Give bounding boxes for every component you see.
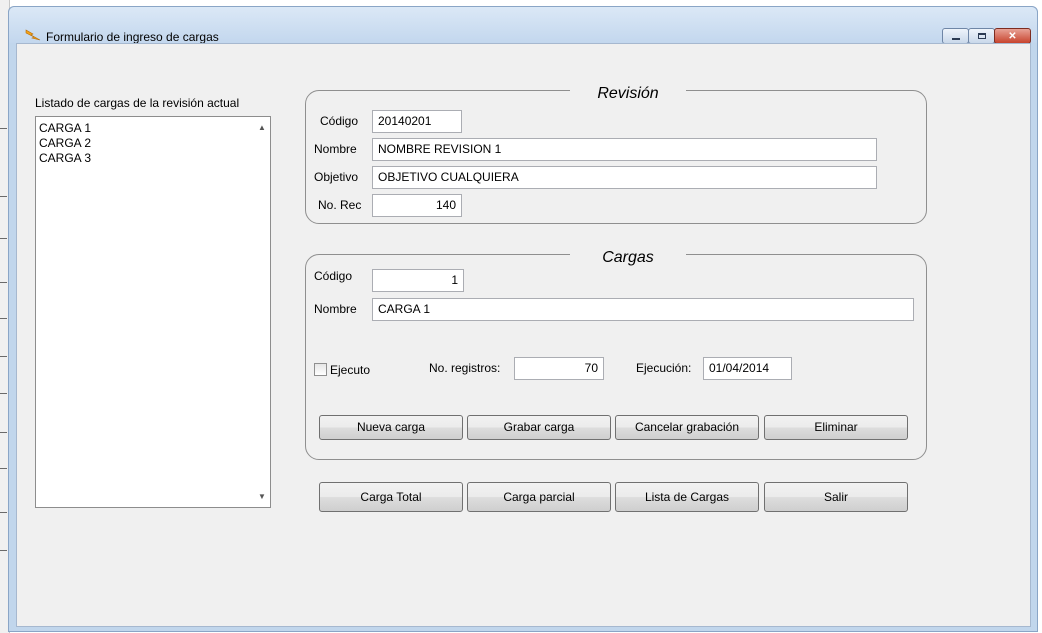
eliminar-button[interactable]: Eliminar [764,415,908,440]
cargas-codigo-field[interactable]: 1 [372,269,464,292]
list-label: Listado de cargas de la revisión actual [35,96,240,110]
revision-objetivo-field[interactable]: OBJETIVO CUALQUIERA [372,166,877,189]
background-tick [0,238,7,239]
revision-nombre-label: Nombre [314,142,357,156]
carga-parcial-button[interactable]: Carga parcial [467,482,611,512]
cargas-nombre-label: Nombre [314,302,357,316]
cargas-nombre-field[interactable]: CARGA 1 [372,298,914,321]
scroll-up-icon[interactable]: ▲ [258,123,266,132]
cargas-listbox[interactable]: CARGA 1 CARGA 2 CARGA 3 ▲ ▼ [35,116,271,508]
caption-buttons: ✕ [942,28,1031,44]
cargas-codigo-label: Código [314,269,353,283]
carga-total-button[interactable]: Carga Total [319,482,463,512]
revision-nombre-field[interactable]: NOMBRE REVISION 1 [372,138,877,161]
list-item[interactable]: CARGA 1 [39,121,91,136]
ejecuto-checkbox[interactable] [314,363,327,376]
revision-objetivo-label: Objetivo [314,170,359,184]
background-tick [0,282,7,283]
minimize-icon [951,38,960,40]
close-button[interactable]: ✕ [994,28,1031,44]
revision-norec-label: No. Rec [318,198,362,212]
revision-legend: Revisión [570,85,686,103]
background-tick [0,356,7,357]
list-scrollbar[interactable]: ▲ ▼ [253,117,270,507]
registros-field[interactable]: 70 [514,357,604,380]
ejecucion-field[interactable]: 01/04/2014 [703,357,792,380]
list-item[interactable]: CARGA 3 [39,151,91,166]
list-item[interactable]: CARGA 2 [39,136,91,151]
ejecuto-label: Ejecuto [330,363,371,377]
background-tick [0,196,7,197]
form-client-area: Listado de cargas de la revisión actual … [16,43,1031,627]
scroll-down-icon[interactable]: ▼ [258,492,266,501]
salir-button[interactable]: Salir [764,482,908,512]
lista-cargas-button[interactable]: Lista de Cargas [615,482,759,512]
registros-label: No. registros: [429,361,501,375]
nueva-carga-button[interactable]: Nueva carga [319,415,463,440]
title-bar[interactable]: Formulario de ingreso de cargas ✕ [9,7,1037,44]
list-items: CARGA 1 CARGA 2 CARGA 3 [39,121,91,166]
background-tick [0,128,7,129]
window-title: Formulario de ingreso de cargas [46,30,219,44]
revision-norec-field[interactable]: 140 [372,194,462,217]
maximize-button[interactable] [968,28,995,44]
main-window: Formulario de ingreso de cargas ✕ Listad… [8,6,1038,632]
minimize-button[interactable] [942,28,969,44]
revision-codigo-label: Código [320,114,359,128]
background-tick [0,432,7,433]
cargas-legend: Cargas [570,249,686,267]
close-icon: ✕ [1008,30,1017,42]
ejecucion-label: Ejecución: [636,361,692,375]
lightning-app-icon [25,29,41,41]
background-tick [0,550,7,551]
background-tick [0,468,7,469]
background-tick [0,512,7,513]
background-tick [0,393,7,394]
grabar-carga-button[interactable]: Grabar carga [467,415,611,440]
maximize-icon [977,33,986,39]
background-tick [0,318,7,319]
cancelar-grabacion-button[interactable]: Cancelar grabación [615,415,759,440]
revision-codigo-field[interactable]: 20140201 [372,110,462,133]
